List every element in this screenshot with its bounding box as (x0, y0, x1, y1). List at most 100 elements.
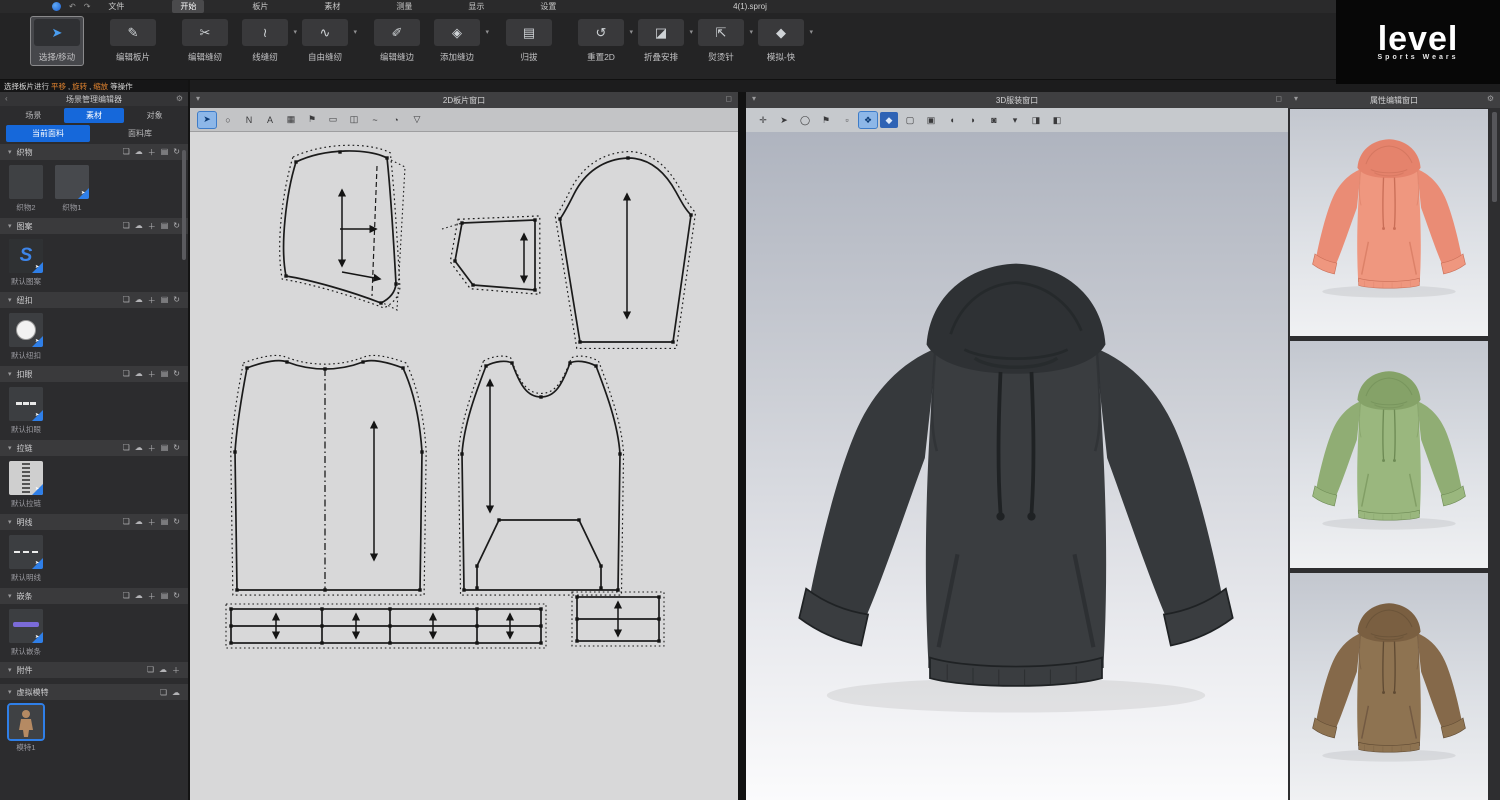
hoodie-3d-model[interactable] (758, 218, 1274, 784)
app-logo-icon[interactable] (52, 2, 61, 11)
more-tools-icon[interactable]: ▽ (408, 112, 426, 128)
piping-thumbnail[interactable] (9, 609, 43, 643)
drop-3d-icon[interactable]: ▾ (1006, 112, 1024, 128)
upload-icon[interactable]: ☁ (135, 369, 143, 380)
logo-thumbnail[interactable]: S (9, 239, 43, 273)
plate-tool-icon[interactable]: ◫ (345, 112, 363, 128)
add-icon[interactable]: ＋ (148, 517, 156, 528)
add-icon[interactable]: ＋ (148, 295, 156, 306)
chevron-down-icon[interactable]: ▾ (485, 28, 489, 36)
menu-item-7[interactable]: 设置 (532, 0, 564, 13)
section-header-8[interactable]: ▾附件❏☁＋ (0, 662, 188, 678)
window-divider[interactable] (738, 92, 746, 800)
tab-1[interactable]: 场景 (3, 108, 64, 123)
copy-icon[interactable]: ❏ (123, 517, 130, 528)
upload-icon[interactable]: ☁ (159, 665, 167, 676)
copy-icon[interactable]: ❏ (123, 369, 130, 380)
fabric1-thumbnail[interactable] (55, 165, 89, 199)
chevron-down-icon[interactable]: ▾ (8, 222, 12, 230)
texture-3d-icon[interactable]: ◆ (880, 112, 898, 128)
upload-icon[interactable]: ☁ (135, 591, 143, 602)
menu-item-5[interactable]: 测量 (388, 0, 420, 13)
section-header-6[interactable]: ▾明线❏☁＋▤↻ (0, 514, 188, 530)
sync-icon[interactable]: ↻ (173, 221, 180, 232)
window-menu-icon[interactable]: ▾ (196, 94, 200, 103)
properties-scrollbar[interactable] (1492, 112, 1497, 202)
toolbar-button-11[interactable]: ⇱▾熨烫针 (698, 19, 744, 63)
chevron-down-icon[interactable]: ▾ (749, 28, 753, 36)
section-header-7[interactable]: ▾嵌条❏☁＋▤↻ (0, 588, 188, 604)
copy-icon[interactable]: ❏ (123, 591, 130, 602)
select-3d-icon[interactable]: ➤ (775, 112, 793, 128)
fabric2-thumbnail[interactable] (9, 165, 43, 199)
duplicate-icon[interactable]: ▤ (161, 591, 169, 602)
pin-3d-icon[interactable]: ⚑ (817, 112, 835, 128)
chevron-down-icon[interactable]: ▾ (8, 666, 12, 674)
chevron-down-icon[interactable]: ▾ (8, 592, 12, 600)
toolbar-button-4[interactable]: ≀▾线缝纫 (242, 19, 288, 63)
add-icon[interactable]: ＋ (148, 221, 156, 232)
shoe-left-icon[interactable]: ◖ (943, 112, 961, 128)
upload-icon[interactable]: ☁ (135, 295, 143, 306)
boot-icon[interactable]: ◙ (985, 112, 1003, 128)
box-3d-icon[interactable]: ▫ (838, 112, 856, 128)
tab-3[interactable]: 对象 (124, 108, 185, 123)
ruler-tool-icon[interactable]: ▭ (324, 112, 342, 128)
resource-item[interactable]: 默认拉链 (8, 461, 44, 509)
tab-2[interactable]: 素材 (64, 108, 125, 123)
sync-icon[interactable]: ↻ (173, 443, 180, 454)
maximize-icon[interactable]: ◻ (725, 94, 732, 103)
chevron-down-icon[interactable]: ▾ (689, 28, 693, 36)
last-3d-icon[interactable]: ◧ (1048, 112, 1066, 128)
chevron-down-icon[interactable]: ▾ (293, 28, 297, 36)
resource-item[interactable]: 织物2 (8, 165, 44, 213)
add-icon[interactable]: ＋ (172, 665, 180, 676)
chevron-down-icon[interactable]: ▾ (8, 688, 12, 696)
subtab-1[interactable]: 当前面料 (6, 125, 90, 142)
curve-tool-icon[interactable]: ~ (366, 112, 384, 128)
section-header-5[interactable]: ▾拉链❏☁＋▤↻ (0, 440, 188, 456)
duplicate-icon[interactable]: ▤ (161, 517, 169, 528)
chevron-down-icon[interactable]: ▾ (8, 148, 12, 156)
panel-3d-icon[interactable]: ▣ (922, 112, 940, 128)
subtab-2[interactable]: 面料库 (98, 125, 182, 142)
circle-tool-icon[interactable]: ○ (219, 112, 237, 128)
frame-3d-icon[interactable]: ▢ (901, 112, 919, 128)
notch-n-icon[interactable]: N (240, 112, 258, 128)
copy-icon[interactable]: ❏ (123, 443, 130, 454)
colorway-thumbnail-3[interactable] (1290, 573, 1488, 800)
avatar-thumbnail[interactable] (9, 705, 43, 739)
rotate-3d-icon[interactable]: ◯ (796, 112, 814, 128)
menu-item-4[interactable]: 素材 (316, 0, 348, 13)
redo-icon[interactable]: ↷ (84, 2, 91, 11)
collapse-icon[interactable]: ‹ (5, 94, 8, 103)
toolbar-button-8[interactable]: ▤归拔 (506, 19, 552, 63)
add-icon[interactable]: ＋ (148, 369, 156, 380)
copy-icon[interactable]: ❏ (160, 688, 167, 697)
duplicate-icon[interactable]: ▤ (161, 147, 169, 158)
move-3d-icon[interactable]: ✛ (754, 112, 772, 128)
menu-item-2[interactable]: 开始 (172, 0, 204, 13)
colorway-thumbnail-2[interactable] (1290, 341, 1488, 568)
sync-icon[interactable]: ↻ (173, 517, 180, 528)
add-icon[interactable]: ＋ (148, 147, 156, 158)
duplicate-icon[interactable]: ▤ (161, 369, 169, 380)
toolbar-button-5[interactable]: ∿▾自由缝纫 (302, 19, 348, 63)
menu-item-6[interactable]: 显示 (460, 0, 492, 13)
toolbar-button-12[interactable]: ◆▾模拟-快 (758, 19, 804, 63)
menu-item-1[interactable]: 文件 (100, 0, 132, 13)
chevron-down-icon[interactable]: ▾ (8, 370, 12, 378)
section-header-4[interactable]: ▾扣眼❏☁＋▤↻ (0, 366, 188, 382)
copy-icon[interactable]: ❏ (123, 295, 130, 306)
section-header-3[interactable]: ▾纽扣❏☁＋▤↻ (0, 292, 188, 308)
select-2d-icon[interactable]: ➤ (198, 112, 216, 128)
sync-icon[interactable]: ↻ (173, 369, 180, 380)
annotate-a-icon[interactable]: A (261, 112, 279, 128)
copy-icon[interactable]: ❏ (123, 221, 130, 232)
copy-icon[interactable]: ❏ (147, 665, 154, 676)
flag-tool-icon[interactable]: ⚑ (303, 112, 321, 128)
grid-tool-icon[interactable]: ▦ (282, 112, 300, 128)
resource-item[interactable]: 织物1 (54, 165, 90, 213)
section-header-1[interactable]: ▾织物❏☁＋▤↻ (0, 144, 188, 160)
split-3d-icon[interactable]: ◨ (1027, 112, 1045, 128)
